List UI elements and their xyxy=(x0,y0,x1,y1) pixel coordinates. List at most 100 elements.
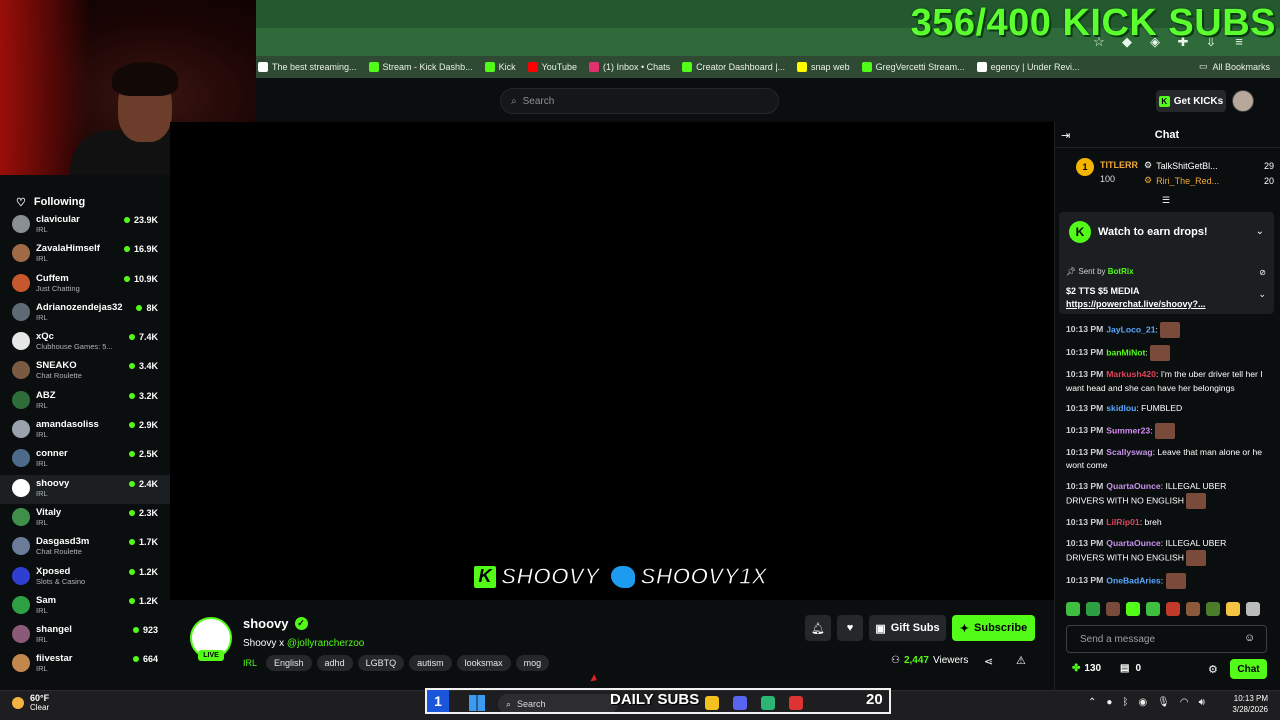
gifter-row[interactable]: ⚙ Riri_The_Red... 20 xyxy=(1144,175,1274,186)
wifi-icon[interactable]: ◠ xyxy=(1180,697,1189,708)
pinned-by-user[interactable]: BotRix xyxy=(1108,267,1134,276)
following-channel[interactable]: amandasoliss IRL 2.9K xyxy=(0,416,170,445)
bookmark-item[interactable]: (1) Inbox • Chats xyxy=(588,62,670,72)
message-user[interactable]: JayLoco_21 xyxy=(1106,324,1155,334)
system-clock[interactable]: 10:13 PM 3/28/2026 xyxy=(1228,693,1268,715)
report-icon[interactable]: ⚠ xyxy=(1016,654,1026,667)
following-channel[interactable]: shoovy IRL 2.4K xyxy=(0,474,170,504)
following-channel[interactable]: Dasgasd3m Chat Roulette 1.7K xyxy=(0,533,170,562)
chevron-down-icon[interactable]: ⌄ xyxy=(1258,289,1266,300)
emote-icon[interactable] xyxy=(1206,602,1220,616)
gear-icon[interactable]: ⚙ xyxy=(1208,663,1218,676)
hide-icon[interactable]: ⊘ xyxy=(1259,268,1266,277)
top-gifter-name[interactable]: TITLERR xyxy=(1100,160,1138,170)
emote-icon xyxy=(1150,345,1171,361)
emote-icon[interactable] xyxy=(1186,602,1200,616)
emote-icon[interactable] xyxy=(1166,602,1180,616)
stream-tag[interactable]: English xyxy=(266,655,312,671)
bookmark-item[interactable]: The best streaming... xyxy=(258,62,357,72)
message-user[interactable]: Summer23 xyxy=(1106,425,1150,435)
bookmark-item[interactable]: YouTube xyxy=(527,62,577,72)
bookmark-item[interactable]: Creator Dashboard |... xyxy=(682,62,785,72)
following-channel[interactable]: Adrianozendejas32 IRL 8K xyxy=(0,299,170,328)
emote-icon[interactable] xyxy=(1146,602,1160,616)
gifter-row[interactable]: ⚙ TalkShitGetBl... 29 xyxy=(1144,160,1274,171)
bookmark-item[interactable]: snap web xyxy=(797,62,850,72)
following-channel[interactable]: Vitaly IRL 2.3K xyxy=(0,504,170,533)
message-user[interactable]: LilRip01 xyxy=(1106,517,1139,527)
stream-tag[interactable]: looksmax xyxy=(456,655,511,671)
following-channel[interactable]: xQc Clubhouse Games: 5... 7.4K xyxy=(0,328,170,357)
emote-picker-icon[interactable]: ☺ xyxy=(1244,632,1255,644)
message-user[interactable]: banMiNot xyxy=(1106,347,1145,357)
collapse-chat-icon[interactable]: ⇥ xyxy=(1061,129,1070,142)
message-time: 10:13 PM xyxy=(1066,537,1104,548)
stream-tag[interactable]: LGBTQ xyxy=(357,655,405,671)
microphone-icon[interactable]: 🎙︎ xyxy=(1157,697,1170,708)
tray-app-icon[interactable]: ● xyxy=(1106,697,1112,708)
share-icon[interactable]: ⋖ xyxy=(984,655,993,668)
bookmark-item[interactable]: Kick xyxy=(484,62,516,72)
bluetooth-icon[interactable]: ᛒ xyxy=(1122,697,1128,708)
tray-app-icon[interactable]: ◉ xyxy=(1138,697,1147,708)
bookmark-item[interactable]: GregVercetti Stream... xyxy=(861,62,965,72)
search-input[interactable]: ⌕ Search xyxy=(500,88,779,114)
drops-banner[interactable]: K Watch to earn drops! ⌄ 📌︎ Sent by BotR… xyxy=(1059,212,1274,314)
category-link[interactable]: IRL xyxy=(243,658,257,668)
bookmark-item[interactable]: egency | Under Revi... xyxy=(976,62,1080,72)
following-channel[interactable]: Sam IRL 1.2K xyxy=(0,592,170,621)
follow-button[interactable]: ♥ xyxy=(837,615,863,641)
following-channel[interactable]: ABZ IRL 3.2K xyxy=(0,387,170,416)
message-user[interactable]: Markush420 xyxy=(1106,369,1156,379)
chevron-down-icon[interactable]: ⌄ xyxy=(1256,226,1264,237)
channel-name[interactable]: shoovy ✓ xyxy=(243,616,308,631)
following-channel[interactable]: clavicular IRL 23.9K xyxy=(0,211,170,240)
store-balance[interactable]: ▤ 0 xyxy=(1120,663,1141,674)
message-time: 10:13 PM xyxy=(1066,347,1104,358)
chat-message: 10:13 PM skidlou: FUMBLED xyxy=(1066,402,1266,416)
stream-title-mention[interactable]: @jollyrancherzoo xyxy=(287,638,364,649)
all-bookmarks-label: All Bookmarks xyxy=(1212,61,1270,72)
message-user[interactable]: QuartaOunce xyxy=(1106,538,1160,548)
chevron-up-icon[interactable]: ⌃ xyxy=(1088,697,1096,708)
pinned-message-link[interactable]: https://powerchat.live/shoovy?... xyxy=(1066,298,1206,311)
filter-icon[interactable]: ☰ xyxy=(1162,195,1170,206)
following-channel[interactable]: Xposed Slots & Casino 1.2K xyxy=(0,563,170,592)
emote-icon[interactable] xyxy=(1106,602,1120,616)
message-user[interactable]: Scallyswag xyxy=(1106,447,1152,457)
user-avatar[interactable] xyxy=(1232,90,1254,112)
message-user[interactable]: OneBadAries xyxy=(1106,575,1160,585)
video-player[interactable] xyxy=(170,122,1054,600)
emote-icon[interactable] xyxy=(1126,602,1140,616)
following-channel[interactable]: shangel IRL 923 xyxy=(0,621,170,650)
following-channel[interactable]: ZavalaHimself IRL 16.9K xyxy=(0,240,170,269)
message-user[interactable]: QuartaOunce xyxy=(1106,481,1160,491)
volume-icon[interactable]: 🔊︎ xyxy=(1199,697,1205,708)
all-bookmarks[interactable]: ▭ All Bookmarks xyxy=(1199,61,1270,72)
following-channel[interactable]: Cuffem Just Chatting 10.9K xyxy=(0,270,170,299)
following-channel[interactable]: SNEAKO Chat Roulette 3.4K xyxy=(0,357,170,386)
chat-message: 10:13 PM QuartaOunce: ILLEGAL UBER DRIVER… xyxy=(1066,537,1266,566)
stream-tag[interactable]: autism xyxy=(409,655,452,671)
bookmark-favicon-icon xyxy=(368,62,379,72)
emote-icon[interactable] xyxy=(1246,602,1260,616)
following-channel[interactable]: fiivestar IRL 664 xyxy=(0,650,170,679)
chat-send-button[interactable]: Chat xyxy=(1230,659,1267,679)
bookmark-favicon-icon xyxy=(861,62,872,72)
following-list: clavicular IRL 23.9K ZavalaHimself IRL 1… xyxy=(0,211,170,680)
emote-icon[interactable] xyxy=(1086,602,1100,616)
stream-tag[interactable]: adhd xyxy=(316,655,353,671)
bookmark-item[interactable]: Stream - Kick Dashb... xyxy=(368,62,473,72)
emote-icon[interactable] xyxy=(1226,602,1240,616)
message-user[interactable]: skidlou xyxy=(1106,403,1136,413)
gift-subs-button[interactable]: ▣ Gift Subs xyxy=(869,615,946,641)
subscribe-button[interactable]: ✦ Subscribe xyxy=(952,615,1035,641)
get-kicks-button[interactable]: K Get KICKs xyxy=(1156,90,1226,112)
notification-bell-button[interactable]: 🔔︎ xyxy=(805,615,831,641)
kicks-balance[interactable]: ✤ 130 xyxy=(1072,663,1101,674)
stream-tag[interactable]: mog xyxy=(515,655,550,671)
chat-message-input[interactable]: Send a message xyxy=(1066,625,1267,653)
following-channel[interactable]: conner IRL 2.5K xyxy=(0,445,170,474)
emote-icon[interactable] xyxy=(1066,602,1080,616)
weather-widget[interactable]: 60°F Clear xyxy=(12,693,49,712)
